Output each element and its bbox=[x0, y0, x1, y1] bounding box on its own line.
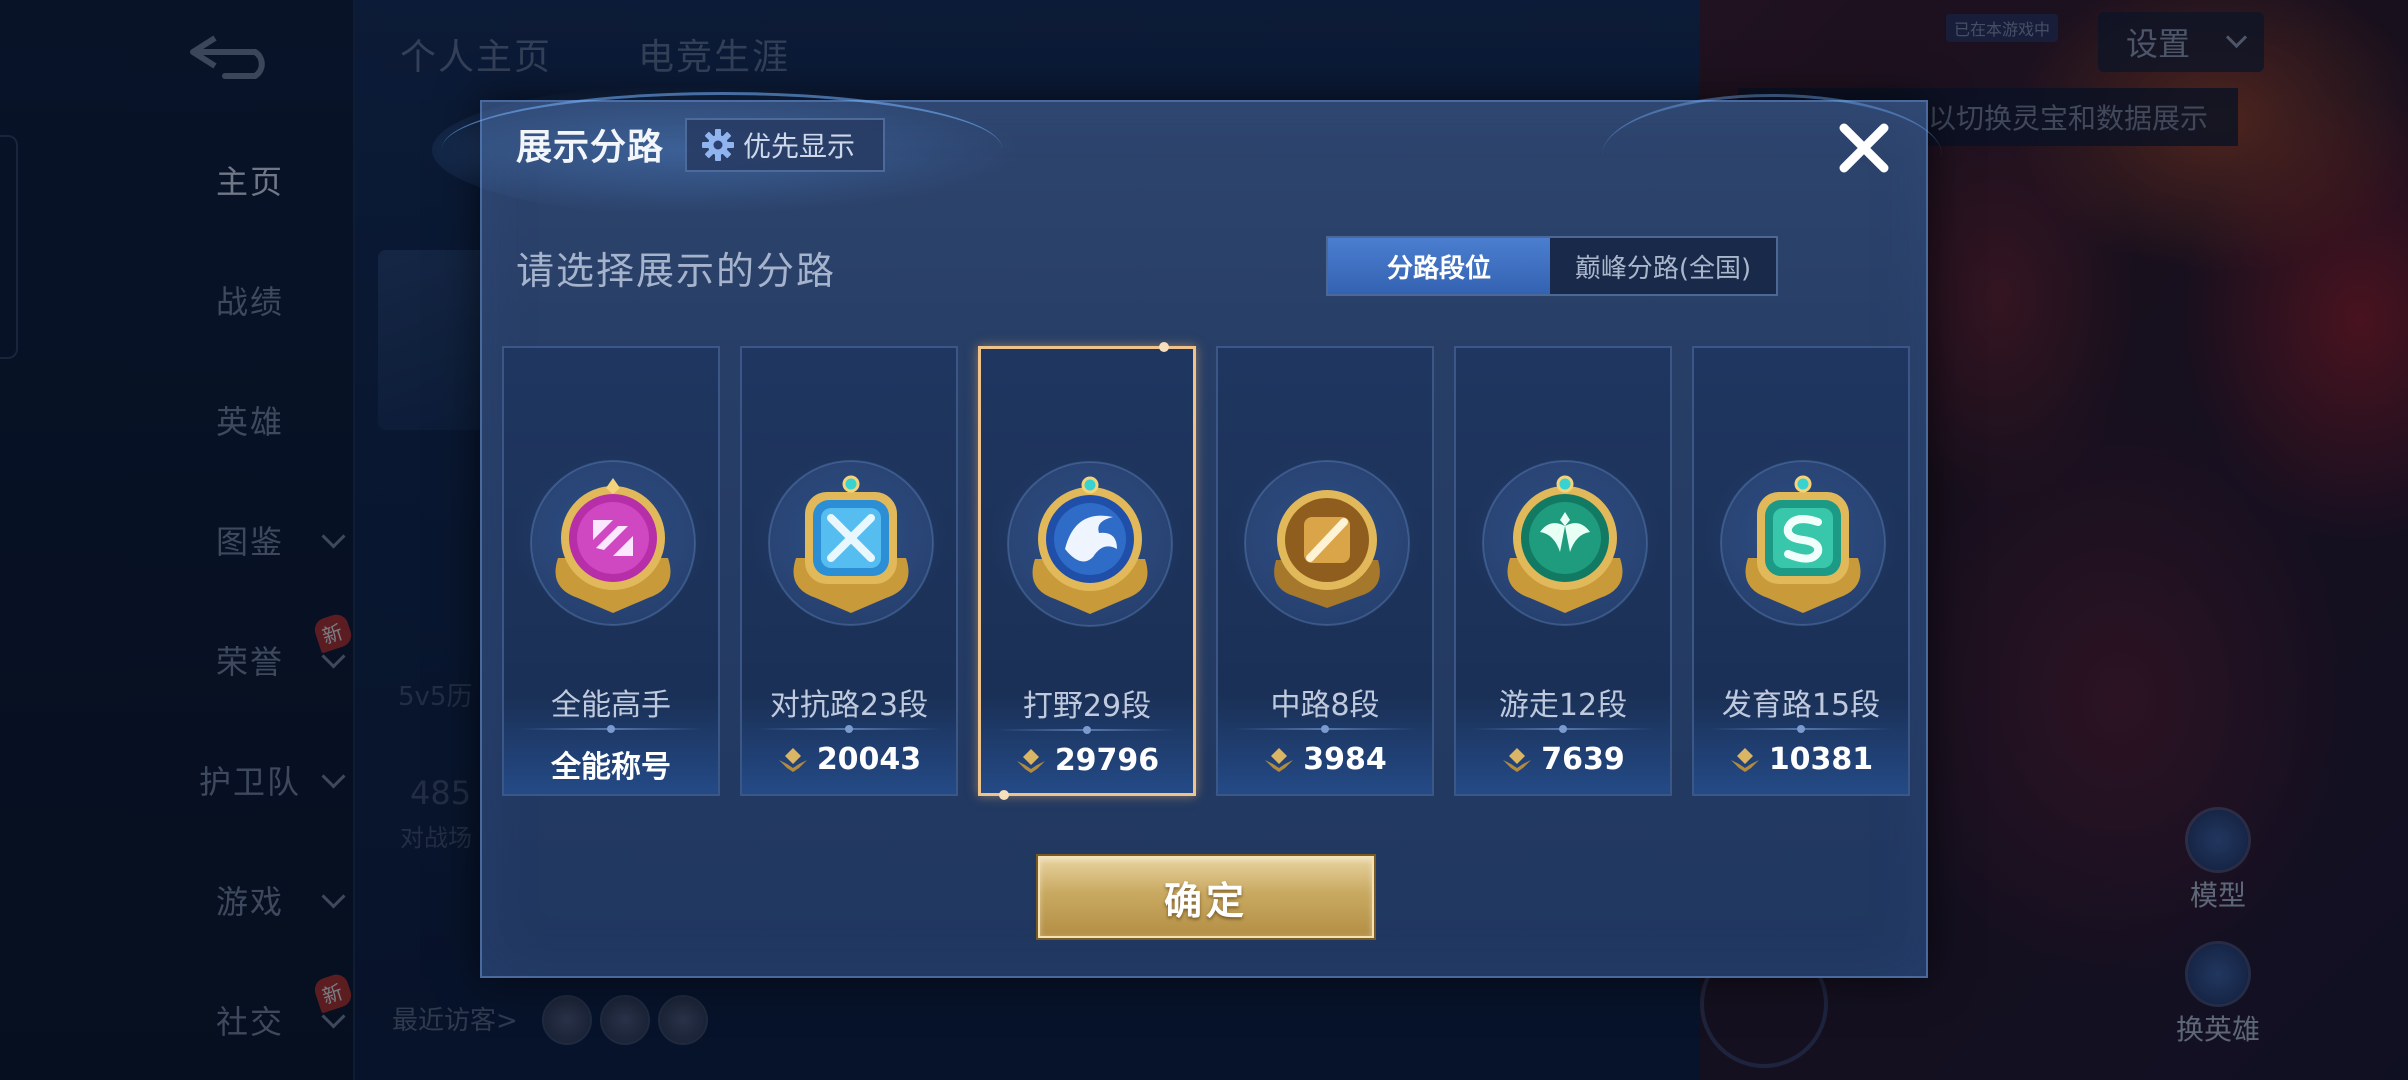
rank-points-icon bbox=[1015, 747, 1047, 775]
lane-score-value: 7639 bbox=[1541, 742, 1625, 777]
lane-rank-name: 发育路15段 bbox=[1721, 688, 1881, 723]
lane-rank-name: 全能高手 bbox=[551, 688, 671, 723]
gear-icon bbox=[701, 128, 735, 162]
tab-lane-rank[interactable]: 分路段位 bbox=[1328, 238, 1550, 294]
roam-emblem-icon bbox=[1470, 448, 1660, 638]
lane-score-value: 20043 bbox=[816, 742, 922, 777]
lane-rank-name: 对抗路23段 bbox=[769, 688, 929, 723]
lane-score: 7639 bbox=[1456, 742, 1670, 777]
dialog-title: 展示分路 bbox=[516, 127, 665, 168]
rank-points-icon bbox=[1501, 746, 1533, 774]
lane-score: 全能称号 bbox=[504, 742, 718, 786]
selection-corner-dot bbox=[1159, 342, 1169, 352]
lane-score-value: 3984 bbox=[1303, 742, 1387, 777]
tab-peak-lane-national[interactable]: 巅峰分路(全国) bbox=[1550, 238, 1776, 294]
lane-card-farm[interactable]: 发育路15段 10381 bbox=[1692, 346, 1910, 796]
rank-points-icon bbox=[1263, 746, 1295, 774]
divider bbox=[1710, 725, 1892, 733]
divider bbox=[758, 725, 940, 733]
jungle-emblem-icon bbox=[995, 449, 1185, 639]
lane-rank-name: 中路8段 bbox=[1270, 688, 1380, 723]
mid-lane-emblem-icon bbox=[1232, 448, 1422, 638]
all-round-emblem-icon bbox=[518, 448, 708, 638]
lane-score: 20043 bbox=[742, 742, 956, 777]
lane-card-clash[interactable]: 对抗路23段 20043 bbox=[740, 346, 958, 796]
priority-display-label: 优先显示 bbox=[743, 130, 856, 163]
lane-display-dialog: 展示分路 优先显示 请选择展示的分路 分路段位 巅峰分路(全国) 全能高手 全能… bbox=[432, 80, 1942, 978]
divider bbox=[997, 726, 1177, 734]
lane-score-value: 29796 bbox=[1054, 743, 1160, 778]
close-button[interactable] bbox=[1830, 114, 1898, 182]
lane-rank-name: 游走12段 bbox=[1498, 688, 1628, 723]
selection-prompt: 请选择展示的分路 bbox=[516, 249, 837, 293]
rank-points-icon bbox=[1729, 746, 1761, 774]
lane-score-value: 全能称号 bbox=[551, 750, 671, 785]
ranking-type-toggle: 分路段位 巅峰分路(全国) bbox=[1326, 236, 1778, 296]
clash-lane-emblem-icon bbox=[756, 448, 946, 638]
lane-card-jungle[interactable]: 打野29段 29796 bbox=[978, 342, 1196, 800]
lane-score: 3984 bbox=[1218, 742, 1432, 777]
close-icon bbox=[1839, 123, 1889, 173]
lane-score: 29796 bbox=[981, 743, 1193, 778]
divider bbox=[1234, 725, 1416, 733]
priority-display-button[interactable]: 优先显示 bbox=[685, 118, 885, 172]
rank-points-icon bbox=[777, 746, 809, 774]
lane-card-all-round[interactable]: 全能高手 全能称号 bbox=[502, 346, 720, 796]
confirm-button[interactable]: 确定 bbox=[1038, 856, 1374, 938]
selection-corner-dot bbox=[999, 790, 1009, 800]
lane-score-value: 10381 bbox=[1768, 742, 1874, 777]
lane-card-roam[interactable]: 游走12段 7639 bbox=[1454, 346, 1672, 796]
farm-lane-emblem-icon bbox=[1708, 448, 1898, 638]
lane-score: 10381 bbox=[1694, 742, 1908, 777]
divider bbox=[520, 725, 702, 733]
divider bbox=[1472, 725, 1654, 733]
lane-card-list: 全能高手 全能称号 对抗路23段 20043 打野29段 29796 中路8段 … bbox=[502, 342, 1910, 800]
lane-rank-name: 打野29段 bbox=[1022, 689, 1152, 724]
lane-card-mid[interactable]: 中路8段 3984 bbox=[1216, 346, 1434, 796]
